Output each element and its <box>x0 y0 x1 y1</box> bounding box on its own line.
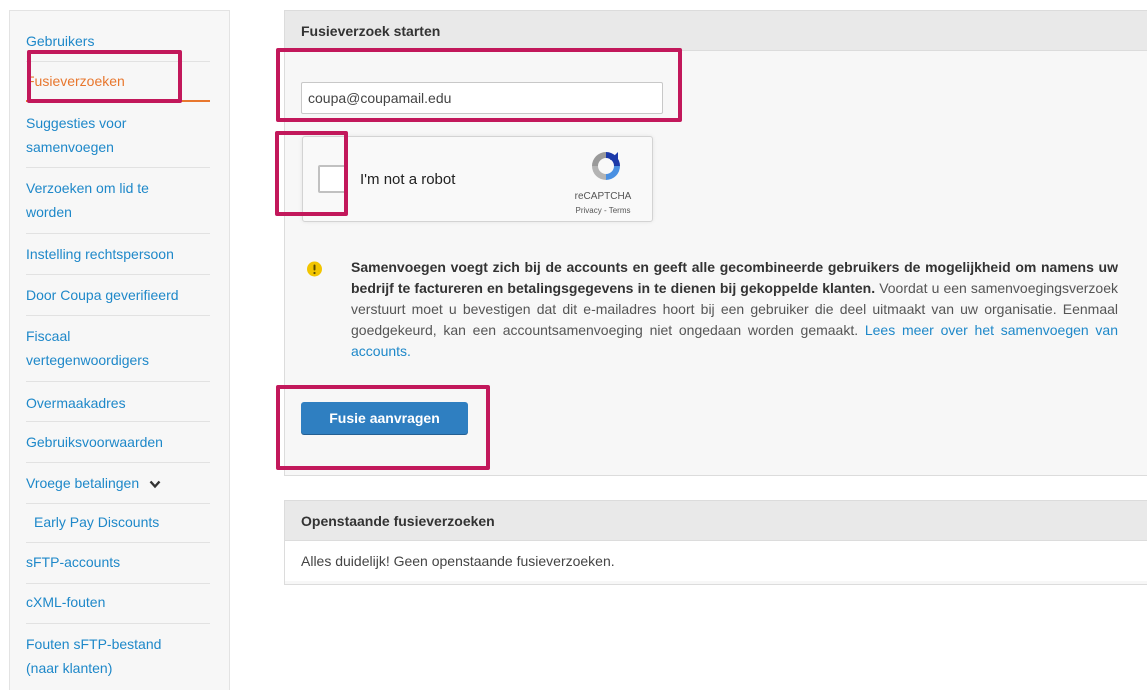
sidebar-divider <box>26 583 210 584</box>
sidebar-divider <box>26 381 210 382</box>
sidebar-item-overmaakadres[interactable]: Overmaakadres <box>26 391 206 415</box>
sidebar-item-suggesties-voor-samenvoegen[interactable]: Suggesties voor samenvoegen <box>26 111 206 159</box>
recaptcha-label: I'm not a robot <box>360 171 456 188</box>
sidebar-item-vroege-betalingen[interactable]: Vroege betalingen <box>26 471 206 495</box>
sidebar-item-verzoeken-om-lid-te-worden[interactable]: Verzoeken om lid te worden <box>26 176 206 224</box>
sidebar-item-label: (naar klanten) <box>26 660 113 676</box>
sidebar-item-label: Verzoeken om lid te <box>26 180 149 196</box>
sidebar-divider <box>26 503 210 504</box>
chevron-down-icon <box>149 480 161 489</box>
sidebar-item-cxml-fouten[interactable]: cXML-fouten <box>26 590 206 614</box>
sidebar-item-fiscaal-vertegenwoordigers[interactable]: Fiscaal vertegenwoordigers <box>26 324 206 372</box>
sidebar-item-gebruiksvoorwaarden[interactable]: Gebruiksvoorwaarden <box>26 430 206 454</box>
sidebar-divider <box>26 274 210 275</box>
sidebar: Gebruikers Fusieverzoeken Suggesties voo… <box>9 10 230 690</box>
sidebar-divider <box>26 167 210 168</box>
highlight-box <box>27 50 182 103</box>
sidebar-divider <box>26 542 210 543</box>
panel-title: Openstaande fusieverzoeken <box>285 501 1147 541</box>
recaptcha-logo-icon <box>592 152 620 180</box>
sidebar-item-label: samenvoegen <box>26 139 114 155</box>
highlight-box <box>276 385 490 470</box>
sidebar-item-label: worden <box>26 204 72 220</box>
sidebar-item-early-pay-discounts[interactable]: Early Pay Discounts <box>34 510 214 534</box>
highlight-box <box>275 131 348 216</box>
sidebar-item-instelling-rechtspersoon[interactable]: Instelling rechtspersoon <box>26 242 206 266</box>
panel-title: Fusieverzoek starten <box>285 11 1147 51</box>
highlight-box <box>276 48 682 122</box>
sidebar-divider <box>26 623 210 624</box>
pending-requests-panel: Openstaande fusieverzoeken Alles duideli… <box>284 500 1147 585</box>
sidebar-item-fouten-sftp-bestand[interactable]: Fouten sFTP-bestand (naar klanten) <box>26 632 206 680</box>
warning-icon <box>307 261 322 277</box>
sidebar-divider <box>26 462 210 463</box>
merge-notice: Samenvoegen voegt zich bij de accounts e… <box>306 257 1118 362</box>
sidebar-item-label: Suggesties voor <box>26 115 127 131</box>
sidebar-divider <box>26 421 210 422</box>
recaptcha-links[interactable]: Privacy - Terms <box>563 206 643 215</box>
recaptcha-widget: I'm not a robot reCAPTCHA Privacy - Term… <box>302 136 653 222</box>
sidebar-divider <box>26 233 210 234</box>
empty-state-text: Alles duidelijk! Geen openstaande fusiev… <box>285 541 1147 581</box>
sidebar-item-sftp-accounts[interactable]: sFTP-accounts <box>26 550 206 574</box>
sidebar-divider <box>26 315 210 316</box>
sidebar-item-label: Fiscaal <box>26 328 71 344</box>
sidebar-item-door-coupa-geverifieerd[interactable]: Door Coupa geverifieerd <box>26 283 206 307</box>
sidebar-item-label: vertegenwoordigers <box>26 352 149 368</box>
recaptcha-brand: reCAPTCHA <box>574 191 632 202</box>
sidebar-item-label: Vroege betalingen <box>26 475 140 491</box>
notice-text: Samenvoegen voegt zich bij de accounts e… <box>351 257 1118 362</box>
sidebar-item-label: Fouten sFTP-bestand <box>26 636 162 652</box>
